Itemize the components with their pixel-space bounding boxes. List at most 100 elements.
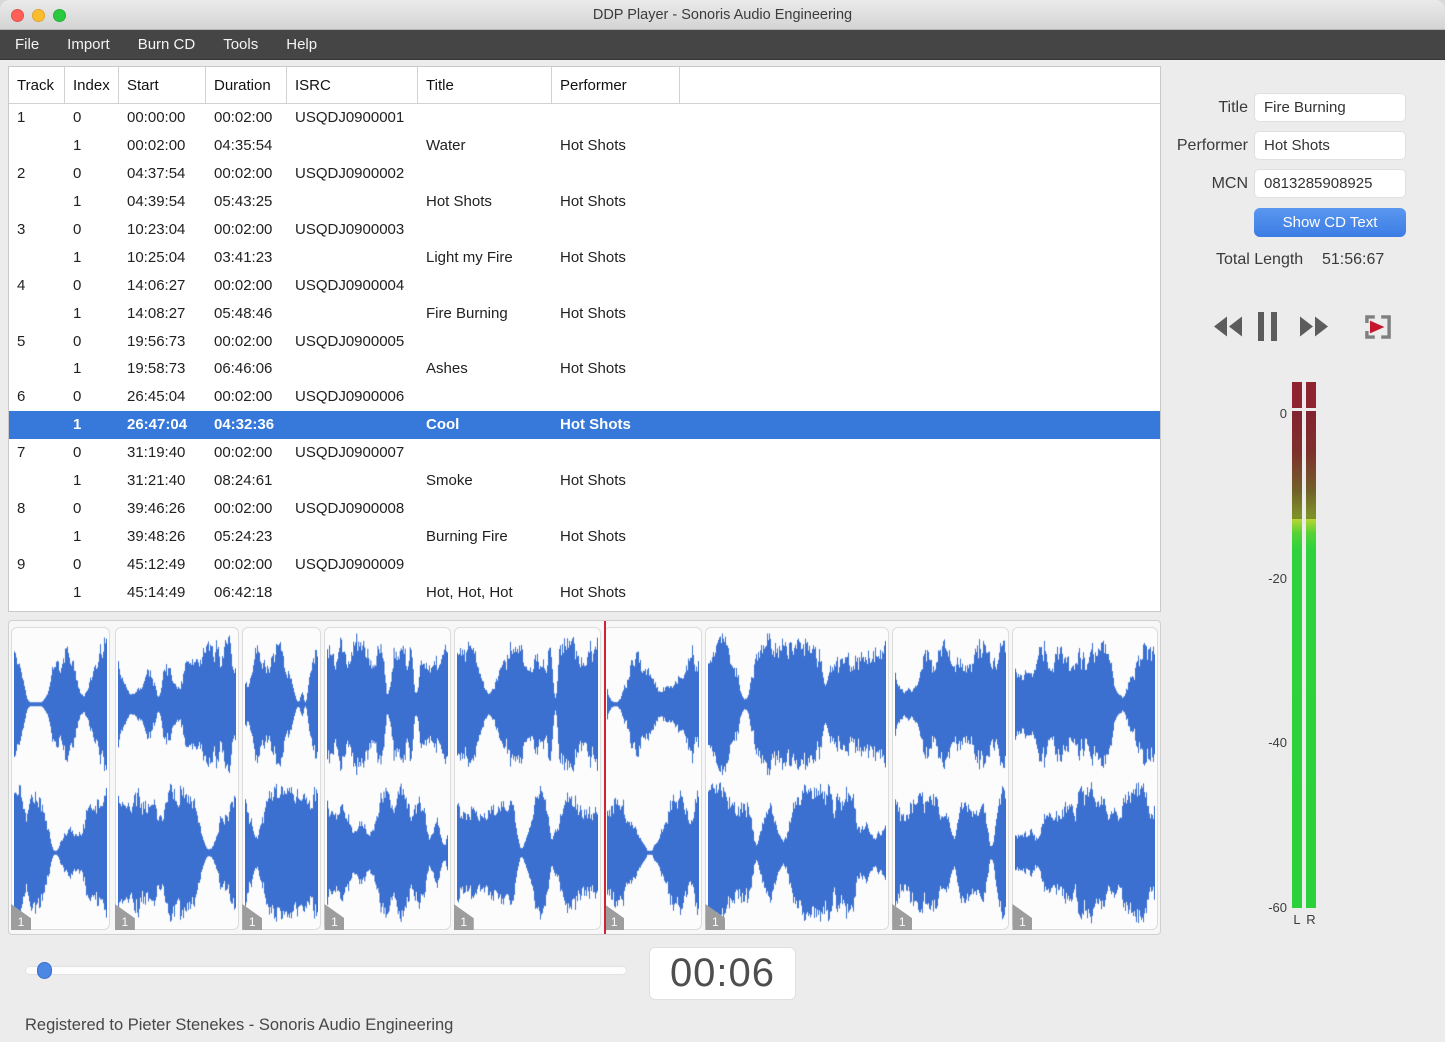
table-row[interactable]: 1 31:21:40 08:24:61 Smoke Hot Shots bbox=[9, 467, 1160, 495]
table-row[interactable]: 1 39:48:26 05:24:23 Burning Fire Hot Shots bbox=[9, 522, 1160, 550]
position-slider[interactable] bbox=[25, 966, 627, 975]
pause-button[interactable] bbox=[1258, 312, 1277, 341]
table-row[interactable]: 1 00:02:00 04:35:54 Water Hot Shots bbox=[9, 132, 1160, 160]
waveform-track-card[interactable]: 1 bbox=[11, 627, 111, 930]
waveform-track-card[interactable]: 1 bbox=[114, 627, 240, 930]
column-header-index[interactable]: Index bbox=[65, 67, 119, 103]
close-button[interactable] bbox=[11, 8, 24, 22]
table-row[interactable]: 4 0 14:06:27 00:02:00 USQDJ0900004 bbox=[9, 271, 1160, 299]
meter-channel-right-label: R bbox=[1306, 912, 1316, 927]
waveform-track-card[interactable]: 1 bbox=[604, 627, 703, 930]
table-cell: 00:02:00 bbox=[214, 555, 273, 573]
table-cell: 6 bbox=[17, 388, 26, 406]
table-cell: USQDJ0900008 bbox=[295, 499, 405, 517]
table-row[interactable]: 1 10:25:04 03:41:23 Light my Fire Hot Shots bbox=[9, 243, 1160, 271]
table-cell: USQDJ0900003 bbox=[295, 221, 405, 238]
waveform-canvas bbox=[14, 630, 108, 927]
table-cell: 0 bbox=[73, 332, 82, 350]
table-row-selected[interactable]: 1 26:47:04 04:32:36 Cool Hot Shots bbox=[9, 410, 1160, 439]
table-cell: 00:02:00 bbox=[214, 109, 273, 127]
waveform-track-card[interactable]: 1 bbox=[324, 627, 451, 930]
performer-field[interactable] bbox=[1254, 131, 1406, 160]
table-cell: 04:39:54 bbox=[127, 193, 186, 211]
menu-item-file[interactable]: File bbox=[15, 36, 39, 53]
table-cell: 5 bbox=[17, 332, 26, 350]
table-row[interactable]: 1 19:58:73 06:46:06 Ashes Hot Shots bbox=[9, 355, 1160, 383]
waveform-canvas bbox=[708, 630, 887, 927]
table-cell: 14:08:27 bbox=[127, 304, 186, 322]
mcn-field[interactable] bbox=[1254, 169, 1406, 198]
waveform-track-card[interactable]: 1 bbox=[453, 627, 602, 930]
table-cell: 14:06:27 bbox=[127, 276, 186, 294]
column-header-isrc[interactable]: ISRC bbox=[287, 67, 418, 103]
meter-level-left bbox=[1292, 518, 1302, 908]
table-row[interactable]: 3 0 10:23:04 00:02:00 USQDJ0900003 bbox=[9, 216, 1160, 244]
waveform-track-card[interactable]: 1 bbox=[705, 627, 890, 930]
table-row[interactable]: 1 04:39:54 05:43:25 Hot Shots Hot Shots bbox=[9, 188, 1160, 216]
column-header-performer[interactable]: Performer bbox=[552, 67, 680, 103]
play-between-markers-button[interactable] bbox=[1362, 310, 1394, 344]
column-header-title[interactable]: Title bbox=[418, 67, 552, 103]
table-row[interactable]: 6 0 26:45:04 00:02:00 USQDJ0900006 bbox=[9, 383, 1160, 411]
table-cell bbox=[552, 550, 680, 578]
table-cell: Hot, Hot, Hot bbox=[426, 583, 513, 601]
table-cell bbox=[418, 160, 552, 188]
play-between-markers-icon bbox=[1362, 315, 1394, 347]
table-cell: 31:21:40 bbox=[127, 472, 186, 490]
menu-item-tools[interactable]: Tools bbox=[223, 36, 258, 53]
table-cell bbox=[418, 494, 552, 522]
table-cell: 2 bbox=[17, 165, 26, 183]
table-cell: 7 bbox=[17, 444, 26, 462]
column-header-start[interactable]: Start bbox=[119, 67, 206, 103]
meter-channel-left-label: L bbox=[1293, 912, 1301, 927]
menu-item-burn-cd[interactable]: Burn CD bbox=[138, 36, 196, 53]
title-field[interactable] bbox=[1254, 93, 1406, 122]
menu-item-help[interactable]: Help bbox=[286, 36, 317, 53]
fast-forward-button[interactable] bbox=[1298, 314, 1330, 339]
show-cd-text-button[interactable]: Show CD Text bbox=[1254, 208, 1406, 237]
table-row[interactable]: 1 0 00:00:00 00:02:00 USQDJ0900001 bbox=[9, 104, 1160, 132]
zoom-button[interactable] bbox=[53, 8, 66, 22]
performer-field-label: Performer bbox=[1176, 137, 1248, 154]
table-cell bbox=[680, 383, 1160, 411]
waveform-canvas bbox=[1015, 630, 1156, 927]
waveform-canvas bbox=[456, 630, 599, 927]
waveform-track-card[interactable]: 1 bbox=[1012, 627, 1159, 930]
slider-knob[interactable] bbox=[36, 962, 52, 979]
meter-level-right bbox=[1306, 518, 1316, 908]
menu-item-import[interactable]: Import bbox=[67, 36, 110, 53]
table-cell bbox=[287, 578, 418, 606]
table-cell: 00:02:00 bbox=[214, 165, 273, 183]
table-row[interactable]: 5 0 19:56:73 00:02:00 USQDJ0900005 bbox=[9, 327, 1160, 355]
waveform-canvas bbox=[607, 630, 700, 927]
level-meter: 0 -20 -40 -60 L R bbox=[1268, 378, 1340, 944]
table-cell bbox=[287, 243, 418, 271]
table-cell: Hot Shots bbox=[560, 248, 626, 266]
column-header-track[interactable]: Track bbox=[9, 67, 65, 103]
table-row[interactable]: 2 0 04:37:54 00:02:00 USQDJ0900002 bbox=[9, 160, 1160, 188]
table-cell: Hot Shots bbox=[560, 416, 631, 434]
table-cell: USQDJ0900007 bbox=[295, 444, 405, 462]
table-cell: 1 bbox=[73, 416, 82, 434]
table-cell bbox=[552, 439, 680, 467]
table-cell: 0 bbox=[73, 109, 82, 127]
table-cell bbox=[552, 104, 680, 132]
table-row[interactable]: 1 45:14:49 06:42:18 Hot, Hot, Hot Hot Shots bbox=[9, 578, 1160, 606]
table-row[interactable]: 1 14:08:27 05:48:46 Fire Burning Hot Shots bbox=[9, 299, 1160, 327]
waveform-track-card[interactable]: 1 bbox=[242, 627, 322, 930]
table-cell bbox=[287, 188, 418, 216]
waveform-track-card[interactable]: 1 bbox=[892, 627, 1010, 930]
column-header-duration[interactable]: Duration bbox=[206, 67, 287, 103]
waveform-overview[interactable]: 111111111 bbox=[8, 620, 1161, 935]
table-row[interactable]: 9 0 45:12:49 00:02:00 USQDJ0900009 bbox=[9, 550, 1160, 578]
table-cell: 1 bbox=[73, 583, 82, 601]
pause-icon bbox=[1258, 312, 1277, 344]
table-row[interactable]: 7 0 31:19:40 00:02:00 USQDJ0900007 bbox=[9, 439, 1160, 467]
title-bar: DDP Player - Sonoris Audio Engineering bbox=[0, 0, 1445, 30]
rewind-button[interactable] bbox=[1212, 314, 1244, 339]
table-row[interactable]: 8 0 39:46:26 00:02:00 USQDJ0900008 bbox=[9, 494, 1160, 522]
table-cell bbox=[680, 355, 1160, 383]
minimize-button[interactable] bbox=[32, 8, 45, 22]
table-cell bbox=[680, 188, 1160, 216]
table-cell bbox=[680, 550, 1160, 578]
